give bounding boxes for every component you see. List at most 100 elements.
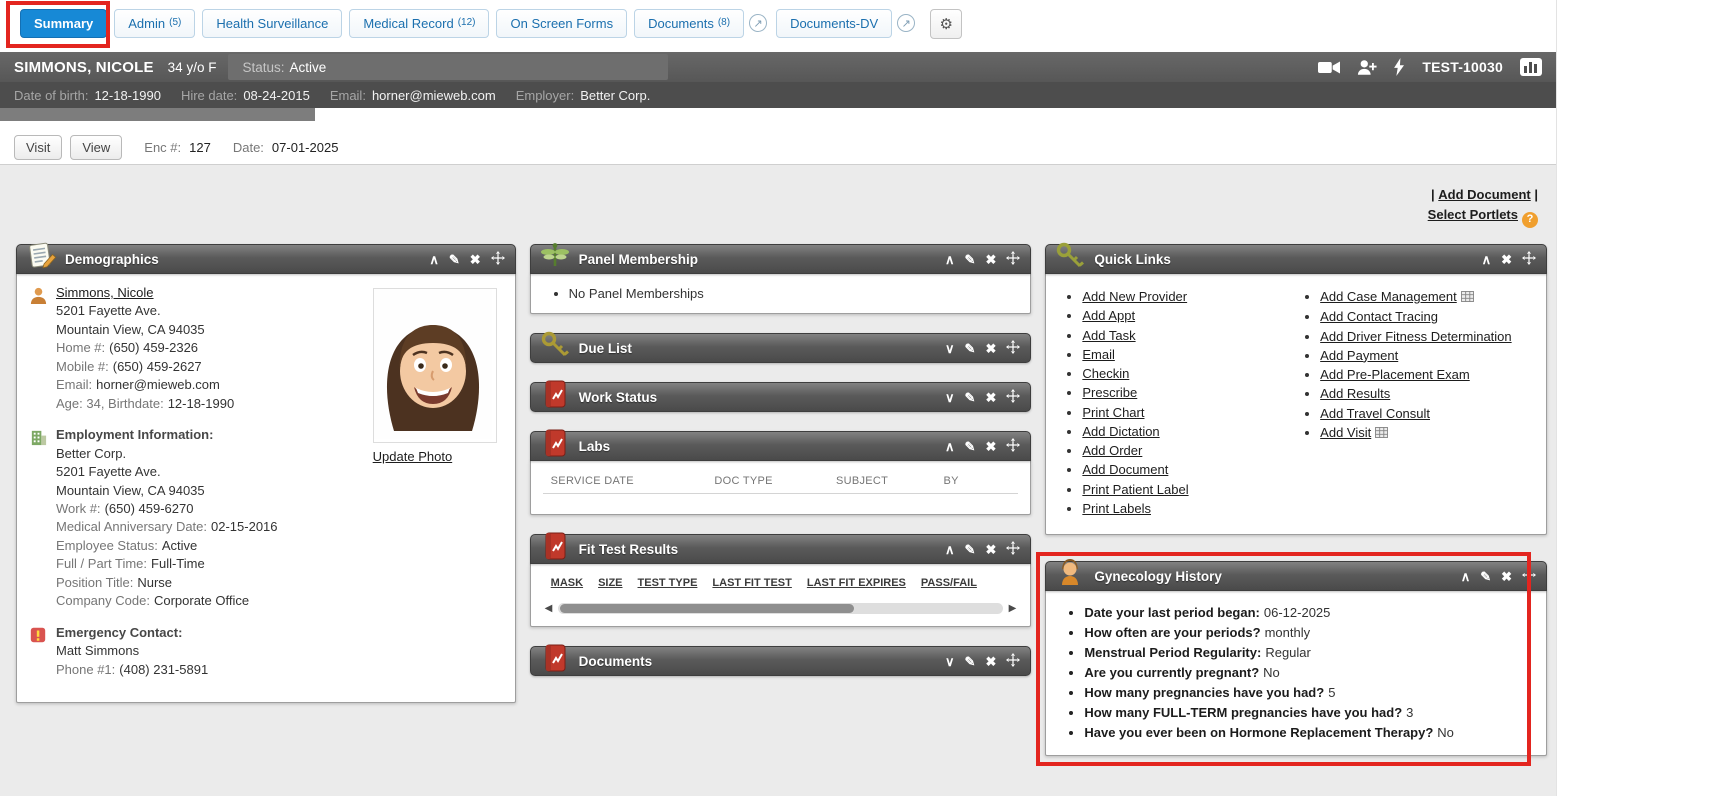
documents-dv-open-new-window-icon[interactable]: ↗ bbox=[897, 14, 915, 32]
add-document-link[interactable]: Add Document bbox=[1438, 187, 1530, 202]
tab-documents-label: Documents bbox=[648, 16, 714, 31]
quick-link-add-task[interactable]: Add Task bbox=[1082, 328, 1135, 343]
move-icon[interactable] bbox=[1006, 438, 1020, 454]
edit-icon[interactable]: ✎ bbox=[965, 655, 976, 668]
help-icon[interactable]: ? bbox=[1522, 212, 1538, 228]
portlet-body-fit-test-results: MASK SIZE TEST TYPE LAST FIT TEST LAST F… bbox=[530, 564, 1032, 627]
close-icon[interactable]: ✖ bbox=[1501, 570, 1512, 583]
quick-link-add-travel-consult[interactable]: Add Travel Consult bbox=[1320, 406, 1430, 421]
visit-button[interactable]: Visit bbox=[14, 135, 62, 160]
fit-column-size[interactable]: SIZE bbox=[598, 577, 622, 589]
labs-icon bbox=[539, 427, 571, 459]
tab-admin[interactable]: Admin (5) bbox=[114, 9, 195, 38]
fit-column-last-fit-expires[interactable]: LAST FIT EXPIRES bbox=[807, 577, 906, 589]
move-icon[interactable] bbox=[1006, 541, 1020, 557]
quick-link-print-labels[interactable]: Print Labels bbox=[1082, 501, 1151, 516]
tab-documents-dv[interactable]: Documents-DV bbox=[776, 9, 892, 38]
edit-icon[interactable]: ✎ bbox=[965, 391, 976, 404]
labs-column-doc-type[interactable]: DOC TYPE bbox=[714, 475, 836, 487]
scroll-left-icon[interactable]: ◀ bbox=[545, 603, 553, 614]
close-icon[interactable]: ✖ bbox=[985, 440, 996, 453]
close-icon[interactable]: ✖ bbox=[985, 543, 996, 556]
lightning-bolt-icon[interactable] bbox=[1394, 58, 1405, 76]
quick-link-add-appt[interactable]: Add Appt bbox=[1082, 308, 1135, 323]
select-portlets-link[interactable]: Select Portlets bbox=[1428, 207, 1518, 222]
move-icon[interactable] bbox=[1522, 568, 1536, 584]
view-button[interactable]: View bbox=[70, 135, 122, 160]
quick-link-prescribe[interactable]: Prescribe bbox=[1082, 385, 1137, 400]
move-icon[interactable] bbox=[1006, 653, 1020, 669]
move-icon[interactable] bbox=[1006, 251, 1020, 267]
quick-links-column-1: Add New Provider Add Appt Add Task Email… bbox=[1058, 286, 1296, 520]
labs-column-service-date[interactable]: SERVICE DATE bbox=[551, 475, 715, 487]
quick-link-email[interactable]: Email bbox=[1082, 347, 1115, 362]
quick-link-add-visit[interactable]: Add Visit bbox=[1320, 425, 1371, 440]
quick-link-add-new-provider[interactable]: Add New Provider bbox=[1082, 289, 1187, 304]
collapse-icon[interactable]: ∧ bbox=[945, 253, 955, 266]
documents-open-new-window-icon[interactable]: ↗ bbox=[749, 14, 767, 32]
quick-link-add-payment[interactable]: Add Payment bbox=[1320, 348, 1398, 363]
collapse-icon[interactable]: ∧ bbox=[945, 543, 955, 556]
edit-icon[interactable]: ✎ bbox=[449, 253, 460, 266]
edit-icon[interactable]: ✎ bbox=[965, 253, 976, 266]
scroll-right-icon[interactable]: ▶ bbox=[1009, 603, 1017, 614]
move-icon[interactable] bbox=[491, 251, 505, 267]
quick-link-add-case-management[interactable]: Add Case Management bbox=[1320, 289, 1457, 304]
close-icon[interactable]: ✖ bbox=[985, 655, 996, 668]
quick-link-add-dictation[interactable]: Add Dictation bbox=[1082, 424, 1159, 439]
close-icon[interactable]: ✖ bbox=[985, 253, 996, 266]
close-icon[interactable]: ✖ bbox=[985, 342, 996, 355]
quick-link-add-driver-fitness-determination[interactable]: Add Driver Fitness Determination bbox=[1320, 329, 1511, 344]
portlet-title: Due List bbox=[579, 341, 632, 356]
expand-icon[interactable]: ∨ bbox=[945, 391, 955, 404]
patient-name-link[interactable]: Simmons, Nicole bbox=[56, 285, 154, 300]
quick-link-add-pre-placement-exam[interactable]: Add Pre-Placement Exam bbox=[1320, 367, 1470, 382]
portlet-header-quick-links: Quick Links ∧ ✖ bbox=[1045, 244, 1547, 274]
edit-icon[interactable]: ✎ bbox=[1480, 570, 1491, 583]
home-phone-line: Home #:(650) 459-2326 bbox=[56, 339, 234, 357]
edit-icon[interactable]: ✎ bbox=[965, 543, 976, 556]
flowsheet-chart-icon[interactable] bbox=[1520, 58, 1542, 76]
scrollbar-track[interactable] bbox=[558, 603, 1002, 614]
edit-icon[interactable]: ✎ bbox=[965, 440, 976, 453]
fit-column-pass-fail[interactable]: PASS/FAIL bbox=[921, 577, 977, 589]
video-camera-icon[interactable] bbox=[1318, 60, 1340, 75]
labs-column-by[interactable]: BY bbox=[944, 475, 1019, 487]
close-icon[interactable]: ✖ bbox=[470, 253, 481, 266]
collapse-icon[interactable]: ∧ bbox=[1461, 570, 1471, 583]
fit-column-last-fit-test[interactable]: LAST FIT TEST bbox=[712, 577, 791, 589]
patient-name: SIMMONS, NICOLE bbox=[14, 59, 154, 76]
tab-summary[interactable]: Summary bbox=[20, 9, 107, 38]
expand-icon[interactable]: ∨ bbox=[945, 655, 955, 668]
quick-link-checkin[interactable]: Checkin bbox=[1082, 366, 1129, 381]
tab-health-surveillance[interactable]: Health Surveillance bbox=[202, 9, 342, 38]
email-value: horner@mieweb.com bbox=[372, 88, 496, 103]
move-icon[interactable] bbox=[1006, 389, 1020, 405]
expand-icon[interactable]: ∨ bbox=[945, 342, 955, 355]
update-photo-link[interactable]: Update Photo bbox=[373, 449, 453, 464]
labs-column-subject[interactable]: SUBJECT bbox=[836, 475, 944, 487]
quick-link-add-results[interactable]: Add Results bbox=[1320, 386, 1390, 401]
fit-column-test-type[interactable]: TEST TYPE bbox=[638, 577, 698, 589]
quick-link-add-contact-tracing[interactable]: Add Contact Tracing bbox=[1320, 309, 1438, 324]
collapse-icon[interactable]: ∧ bbox=[945, 440, 955, 453]
move-icon[interactable] bbox=[1006, 340, 1020, 356]
tab-on-screen-forms[interactable]: On Screen Forms bbox=[496, 9, 627, 38]
quick-link-add-order[interactable]: Add Order bbox=[1082, 443, 1142, 458]
fit-column-mask[interactable]: MASK bbox=[551, 577, 583, 589]
collapse-icon[interactable]: ∧ bbox=[429, 253, 439, 266]
tab-medical-record[interactable]: Medical Record (12) bbox=[349, 9, 489, 38]
scrollbar-thumb[interactable] bbox=[560, 604, 853, 613]
edit-icon[interactable]: ✎ bbox=[965, 342, 976, 355]
tab-settings-button[interactable]: ⚙ bbox=[930, 9, 962, 39]
portlet-title: Gynecology History bbox=[1094, 569, 1222, 584]
move-icon[interactable] bbox=[1522, 251, 1536, 267]
collapse-icon[interactable]: ∧ bbox=[1482, 253, 1492, 266]
close-icon[interactable]: ✖ bbox=[1501, 253, 1512, 266]
quick-link-print-chart[interactable]: Print Chart bbox=[1082, 405, 1144, 420]
quick-link-add-document[interactable]: Add Document bbox=[1082, 462, 1168, 477]
quick-link-print-patient-label[interactable]: Print Patient Label bbox=[1082, 482, 1188, 497]
tab-documents[interactable]: Documents (8) bbox=[634, 9, 744, 38]
add-person-icon[interactable] bbox=[1357, 59, 1377, 76]
close-icon[interactable]: ✖ bbox=[985, 391, 996, 404]
